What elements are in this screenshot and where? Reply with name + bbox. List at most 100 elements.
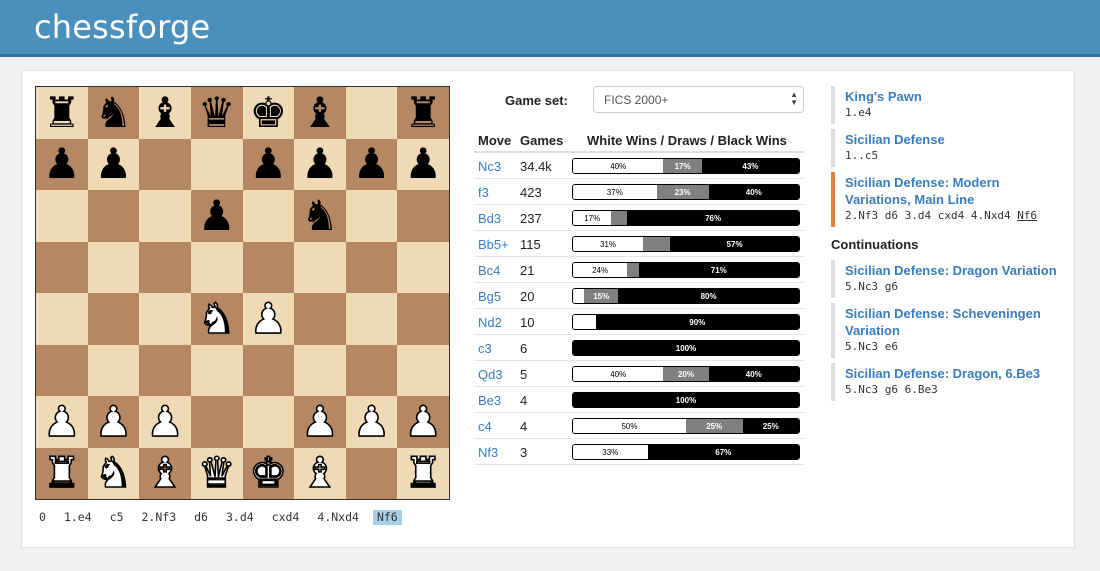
square-d4[interactable]: ♞ [190,293,243,345]
square-d3[interactable] [190,344,243,396]
white-knight-icon[interactable]: ♞ [197,296,236,340]
square-b4[interactable] [87,293,140,345]
square-e3[interactable] [242,344,295,396]
square-b3[interactable] [87,344,140,396]
square-g4[interactable] [345,293,398,345]
square-f5[interactable] [294,241,346,293]
move-link[interactable]: f3 [478,185,489,200]
history-move[interactable]: Nf6 [372,510,402,525]
square-a4[interactable] [36,293,88,345]
black-pawn-icon[interactable]: ♟ [353,143,391,185]
black-rook-icon[interactable]: ♜ [404,91,442,134]
square-d7[interactable] [190,138,243,190]
table-row[interactable]: Bd3 237 17% 76% [474,205,804,231]
continuation-name-link[interactable]: Sicilian Defense: Dragon, 6.Be3 [845,365,1066,382]
square-e5[interactable] [242,241,295,293]
square-h7[interactable]: ♟ [397,138,449,190]
square-a6[interactable] [36,190,88,242]
white-knight-icon[interactable]: ♞ [94,451,133,495]
move-link[interactable]: Bc4 [478,263,500,278]
square-h2[interactable]: ♟ [397,396,449,448]
history-move[interactable]: c5 [106,510,128,525]
square-c5[interactable] [139,241,191,293]
square-g8[interactable] [345,87,398,139]
white-rook-icon[interactable]: ♜ [42,451,81,495]
move-link[interactable]: c3 [478,341,492,356]
black-pawn-icon[interactable]: ♟ [43,143,81,185]
black-pawn-icon[interactable]: ♟ [95,143,133,185]
square-f2[interactable]: ♟ [294,396,346,448]
square-e8[interactable]: ♚ [242,87,295,139]
square-a7[interactable]: ♟ [36,138,88,190]
history-move[interactable]: 2.Nf3 [138,510,181,525]
square-c4[interactable] [139,293,191,345]
opening-name-link[interactable]: Sicilian Defense: Modern Variations, Mai… [845,174,1066,208]
white-king-icon[interactable]: ♚ [249,451,288,495]
move-link[interactable]: Qd3 [478,367,503,382]
table-row[interactable]: Nf3 3 33% 67% [474,439,804,465]
square-g6[interactable] [345,190,398,242]
move-link[interactable]: Nd2 [478,315,502,330]
history-move[interactable]: 0 [35,510,50,525]
square-f8[interactable]: ♝ [294,87,346,139]
black-rook-icon[interactable]: ♜ [43,91,81,134]
square-b1[interactable]: ♞ [87,447,140,499]
black-pawn-icon[interactable]: ♟ [301,143,339,185]
square-f6[interactable]: ♞ [294,190,346,242]
square-a1[interactable]: ♜ [36,447,88,499]
square-g7[interactable]: ♟ [345,138,398,190]
square-f7[interactable]: ♟ [294,138,346,190]
table-row[interactable]: f3 423 37% 23% 40% [474,179,804,205]
black-king-icon[interactable]: ♚ [249,91,287,134]
white-pawn-icon[interactable]: ♟ [300,399,339,443]
history-move[interactable]: d6 [190,510,212,525]
white-bishop-icon[interactable]: ♝ [300,451,339,495]
table-row[interactable]: Be3 4 100% [474,387,804,413]
move-link[interactable]: Bb5+ [478,237,509,252]
square-b7[interactable]: ♟ [87,138,140,190]
square-h4[interactable] [397,293,449,345]
black-queen-icon[interactable]: ♛ [198,91,236,134]
table-row[interactable]: Nc3 34.4k 40% 17% 43% [474,153,804,179]
history-move[interactable]: 4.Nxd4 [313,510,363,525]
white-pawn-icon[interactable]: ♟ [42,399,81,443]
square-h1[interactable]: ♜ [397,447,449,499]
brand-logo[interactable]: chessforge [34,8,210,46]
square-f3[interactable] [294,344,346,396]
table-row[interactable]: Nd2 10 90% [474,309,804,335]
square-g3[interactable] [345,344,398,396]
square-d5[interactable] [190,241,243,293]
black-knight-icon[interactable]: ♞ [95,91,133,134]
table-row[interactable]: c3 6 100% [474,335,804,361]
black-pawn-icon[interactable]: ♟ [198,194,236,237]
move-link[interactable]: Bg5 [478,289,501,304]
opening-name-link[interactable]: King's Pawn [845,88,1066,105]
square-c6[interactable] [139,190,191,242]
white-queen-icon[interactable]: ♛ [197,451,236,495]
square-g1[interactable] [345,447,398,499]
square-a3[interactable] [36,344,88,396]
continuation-name-link[interactable]: Sicilian Defense: Scheveningen Variation [845,305,1066,339]
move-link[interactable]: c4 [478,419,492,434]
square-h5[interactable] [397,241,449,293]
white-pawn-icon[interactable]: ♟ [352,399,391,443]
square-h8[interactable]: ♜ [397,87,449,139]
white-rook-icon[interactable]: ♜ [404,451,443,495]
table-row[interactable]: Qd3 5 40% 20% 40% [474,361,804,387]
chess-board[interactable]: ♜ ♞ ♝ ♛ ♚ ♝ ♜ ♟ ♟ ♟ ♟ ♟ ♟ ♟ ♞ ♞ ♟ ♟ ♟ ♟ ♟ ♟ ♟ ♜ ♞ ♝ ♛ ♚ ♝ ♜ [35,86,450,500]
white-pawn-icon[interactable]: ♟ [94,399,133,443]
white-pawn-icon[interactable]: ♟ [404,399,443,443]
square-b5[interactable] [87,241,140,293]
white-pawn-icon[interactable]: ♟ [249,296,288,340]
square-a8[interactable]: ♜ [36,87,88,139]
white-pawn-icon[interactable]: ♟ [145,399,184,443]
square-f1[interactable]: ♝ [294,447,346,499]
white-bishop-icon[interactable]: ♝ [145,451,184,495]
history-move[interactable]: cxd4 [268,510,304,525]
square-b6[interactable] [87,190,140,242]
square-c3[interactable] [139,344,191,396]
square-f4[interactable] [294,293,346,345]
square-h6[interactable] [397,190,449,242]
move-link[interactable]: Nc3 [478,159,501,174]
black-bishop-icon[interactable]: ♝ [301,91,339,134]
